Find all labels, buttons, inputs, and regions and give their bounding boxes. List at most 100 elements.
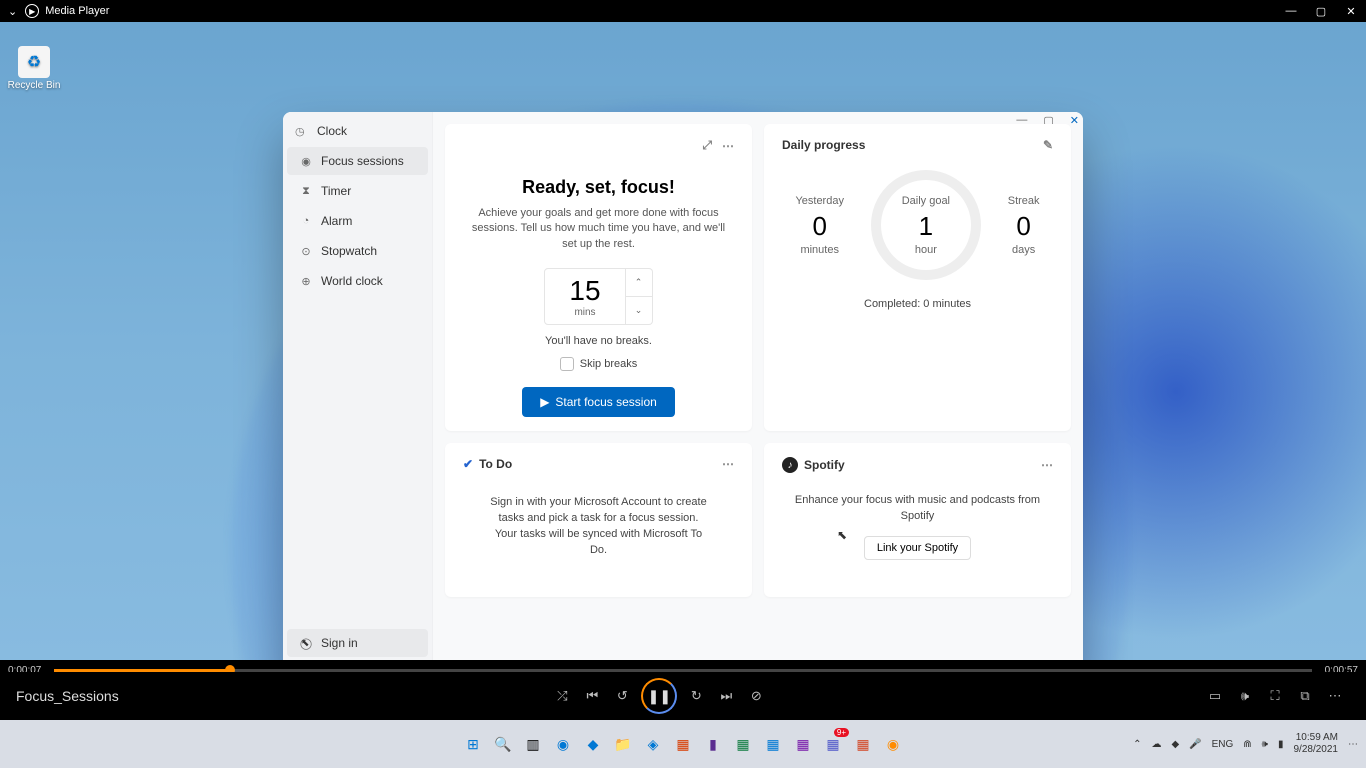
clock-close-button[interactable]: ✕ [1070, 114, 1079, 127]
nav-focus-sessions[interactable]: ◉ Focus sessions [287, 147, 428, 175]
todo-text: Sign in with your Microsoft Account to c… [463, 495, 734, 583]
play-icon: ▶ [540, 395, 549, 409]
clock-app-window: ◷ Clock ◉ Focus sessions ⧗ Timer ◔ Alarm… [283, 112, 1083, 660]
wifi-icon[interactable]: ⋒ [1243, 739, 1251, 750]
cast-icon[interactable]: ▭ [1200, 688, 1230, 704]
onenote-icon[interactable]: ▦ [791, 732, 815, 756]
more-icon[interactable]: ⋯ [1041, 458, 1053, 472]
edge-icon[interactable]: ◉ [551, 732, 575, 756]
nav-world-clock[interactable]: ⊕ World clock [287, 267, 428, 295]
tray-icon[interactable]: ◆ [1171, 739, 1179, 750]
pause-button[interactable]: ❚❚ [641, 678, 677, 714]
more-icon[interactable]: ⋯ [722, 139, 734, 153]
daily-title: Daily progress [782, 138, 865, 152]
world-icon: ⊕ [299, 275, 313, 288]
minutes-value: 15 [569, 275, 600, 307]
timer-icon: ⧗ [299, 185, 313, 198]
todo-icon: ✔ [463, 457, 473, 471]
edit-icon[interactable]: ✎ [1043, 138, 1053, 152]
onedrive-icon[interactable]: ☁ [1151, 739, 1161, 750]
clock-sidebar: ◷ Clock ◉ Focus sessions ⧗ Timer ◔ Alarm… [283, 112, 433, 660]
app-icon[interactable]: ▮ [701, 732, 725, 756]
minimize-button[interactable]: — [1276, 5, 1306, 17]
todo-title: To Do [479, 457, 512, 471]
sign-in-button[interactable]: ◯ Sign in ⬉ [287, 629, 428, 657]
minutes-unit: mins [569, 307, 600, 318]
now-playing: Focus_Sessions [16, 688, 119, 704]
recycle-bin-icon: ♻ [18, 46, 50, 78]
video-frame: ♻ Recycle Bin ◷ Clock ◉ Focus sessions ⧗… [0, 22, 1366, 660]
nav-alarm[interactable]: ◔ Alarm [287, 207, 428, 235]
clock-tray[interactable]: 10:59 AM 9/28/2021 [1294, 732, 1339, 756]
app-icon[interactable]: ▦ [671, 732, 695, 756]
excel-icon[interactable]: ▦ [731, 732, 755, 756]
focus-icon: ◉ [299, 155, 313, 168]
maximize-button[interactable]: ▢ [1306, 5, 1336, 18]
start-button[interactable]: ⊞ [461, 732, 485, 756]
nav-timer[interactable]: ⧗ Timer [287, 177, 428, 205]
repeat-button[interactable]: ⊘ [741, 688, 771, 704]
taskbar: ⊞ 🔍 ▥ ◉ ◆ 📁 ◈ ▦ ▮ ▦ ▦ ▦ ▦ ▦ ◉ ⌃ ☁ ◆ 🎤 EN… [0, 720, 1366, 768]
spotify-card: ♪ Spotify ⋯ Enhance your focus with musi… [764, 443, 1071, 597]
skip-breaks-checkbox[interactable] [560, 357, 574, 371]
focus-subtext: Achieve your goals and get more done wit… [469, 206, 729, 252]
language-indicator[interactable]: ENG [1212, 739, 1234, 750]
clock-content: — ▢ ✕ ⤢ ⋯ Ready, set, focus! Achieve you… [433, 112, 1083, 660]
stat-streak: Streak 0 days [1008, 195, 1040, 256]
mini-player-icon[interactable]: ⧉ [1290, 688, 1320, 704]
app-icon[interactable]: ◈ [641, 732, 665, 756]
nav-stopwatch[interactable]: ⊙ Stopwatch [287, 237, 428, 265]
more-icon[interactable]: ⋯ [722, 457, 734, 471]
completed-text: Completed: 0 minutes [782, 298, 1053, 310]
stopwatch-icon: ⊙ [299, 245, 313, 258]
alarm-icon: ◔ [299, 215, 313, 227]
spotify-text: Enhance your focus with music and podcas… [782, 493, 1053, 524]
media-player-icon: ▶ [25, 4, 39, 18]
increment-button[interactable]: ⌃ [626, 269, 652, 297]
previous-button[interactable]: ⏮ [577, 688, 607, 704]
forward-button[interactable]: ↻ [681, 688, 711, 704]
fullscreen-icon[interactable]: ⛶ [1260, 688, 1290, 704]
rewind-button[interactable]: ↺ [607, 688, 637, 704]
spotify-title: Spotify [804, 458, 845, 472]
task-view-button[interactable]: ▥ [521, 732, 545, 756]
dropdown-icon[interactable]: ⌄ [0, 5, 25, 18]
outlook-icon[interactable]: ▦ [761, 732, 785, 756]
more-icon[interactable]: ⋯ [1320, 688, 1350, 704]
next-button[interactable]: ⏭ [711, 688, 741, 704]
close-button[interactable]: ✕ [1336, 5, 1366, 18]
mic-icon[interactable]: 🎤 [1189, 739, 1201, 750]
powerpoint-icon[interactable]: ▦ [851, 732, 875, 756]
clock-icon: ◷ [295, 125, 309, 138]
media-player-titlebar: ⌄ ▶ Media Player — ▢ ✕ [0, 0, 1366, 22]
spotify-icon: ♪ [782, 457, 798, 473]
start-focus-button[interactable]: ▶ Start focus session [522, 387, 675, 417]
shuffle-button[interactable]: ⤮ [547, 688, 577, 704]
decrement-button[interactable]: ⌄ [626, 297, 652, 324]
battery-icon[interactable]: ▮ [1278, 739, 1284, 750]
daily-progress-card: Daily progress ✎ Yesterday 0 minutes Dai… [764, 124, 1071, 431]
teams-icon[interactable]: ▦ [821, 732, 845, 756]
todo-card: ✔ To Do ⋯ Sign in with your Microsoft Ac… [445, 443, 752, 597]
media-player-taskbar-icon[interactable]: ◉ [881, 732, 905, 756]
skip-breaks-label: Skip breaks [580, 358, 637, 370]
notifications-icon[interactable]: ⋯ [1348, 739, 1358, 750]
recycle-bin-label: Recycle Bin [6, 80, 62, 91]
compact-icon[interactable]: ⤢ [702, 138, 712, 153]
breaks-text: You'll have no breaks. [463, 335, 734, 347]
clock-app-title: ◷ Clock [283, 116, 432, 146]
time-display: 15 mins [544, 268, 625, 325]
volume-icon[interactable]: 🕪 [1230, 688, 1260, 704]
focus-heading: Ready, set, focus! [463, 177, 734, 198]
explorer-icon[interactable]: 📁 [611, 732, 635, 756]
app-title: Media Player [45, 5, 109, 17]
search-button[interactable]: 🔍 [491, 732, 515, 756]
app-icon[interactable]: ◆ [581, 732, 605, 756]
recycle-bin[interactable]: ♻ Recycle Bin [6, 46, 62, 91]
focus-card: ⤢ ⋯ Ready, set, focus! Achieve your goal… [445, 124, 752, 431]
stat-yesterday: Yesterday 0 minutes [795, 195, 844, 256]
volume-icon[interactable]: 🕪 [1262, 739, 1268, 750]
media-controls: Focus_Sessions ⤮ ⏮ ↺ ❚❚ ↻ ⏭ ⊘ ▭ 🕪 ⛶ ⧉ ⋯ [0, 672, 1366, 720]
link-spotify-button[interactable]: Link your Spotify [864, 536, 971, 560]
chevron-up-icon[interactable]: ⌃ [1133, 739, 1141, 750]
